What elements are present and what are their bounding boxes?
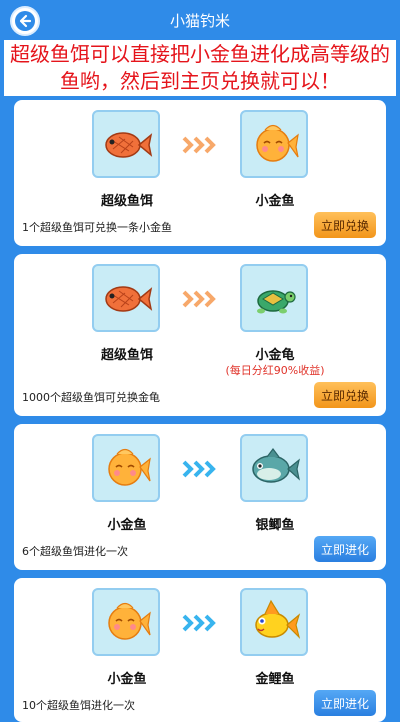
golden-carp-icon xyxy=(255,599,301,639)
from-name: 小金鱼 xyxy=(107,518,147,533)
bait-fish-tile xyxy=(92,264,160,332)
card-description: 10个超级鱼饵进化一次 xyxy=(22,699,135,712)
from-name: 小金鱼 xyxy=(107,672,147,687)
card-description: 1个超级鱼饵可兑换一条小金鱼 xyxy=(22,221,172,234)
to-name: 银鲫鱼 xyxy=(255,518,295,533)
page-title: 小猫钓米 xyxy=(169,12,230,30)
dividend-note: (每日分红90%收益) xyxy=(225,364,325,377)
chevrons-right-icon xyxy=(182,614,216,632)
turtle-icon xyxy=(257,290,296,314)
to-name: 小金鱼 xyxy=(255,194,295,209)
goldfish-tile xyxy=(240,110,308,178)
goldfish-icon xyxy=(108,602,151,640)
to-name: 金鲤鱼 xyxy=(255,672,295,687)
card-goldfish-exchange: 超级鱼饵 小金鱼 1个超级鱼饵可兑换一条小金鱼 立即兑换 xyxy=(14,100,386,246)
evolve-button[interactable]: 立即进化 xyxy=(314,536,376,562)
from-name: 超级鱼饵 xyxy=(100,194,153,209)
chevrons-right-orange xyxy=(181,289,221,309)
silver-carp-tile xyxy=(240,434,308,502)
goldfish-tile xyxy=(92,588,160,656)
chevrons-right-icon xyxy=(182,136,216,154)
bait-fish-icon xyxy=(105,286,153,312)
chevrons-right-icon xyxy=(182,290,216,308)
to-name: 小金龟 xyxy=(255,348,295,363)
exchange-button[interactable]: 立即兑换 xyxy=(314,212,376,238)
goldfish-tile xyxy=(92,434,160,502)
goldfish-icon xyxy=(256,124,299,162)
card-silver-carp-evolve: 小金鱼 银鲫鱼 6个超级鱼饵进化一次 立即进化 xyxy=(14,424,386,570)
evolve-button[interactable]: 立即进化 xyxy=(314,690,376,716)
bait-fish-tile xyxy=(92,110,160,178)
card-turtle-exchange: 超级鱼饵 小金龟 (每日分红90%收益) 1000个超级鱼饵可兑换金龟 立即兑换 xyxy=(14,254,386,416)
card-description: 6个超级鱼饵进化一次 xyxy=(22,545,128,558)
chevrons-right-icon xyxy=(182,460,216,478)
chevrons-right-blue xyxy=(181,459,221,479)
from-name: 超级鱼饵 xyxy=(100,348,153,363)
turtle-tile xyxy=(240,264,308,332)
notice-banner: 超级鱼饵可以直接把小金鱼进化成高等级的鱼哟，然后到主页兑换就可以！ xyxy=(4,40,396,96)
golden-carp-tile xyxy=(240,588,308,656)
exchange-button[interactable]: 立即兑换 xyxy=(314,382,376,408)
card-golden-carp-evolve: 小金鱼 金鲤鱼 10个超级鱼饵进化一次 立即进化 xyxy=(14,578,386,722)
silver-carp-icon xyxy=(252,448,300,483)
chevrons-right-orange xyxy=(181,135,221,155)
goldfish-icon xyxy=(108,448,151,486)
chevrons-right-blue xyxy=(181,613,221,633)
bait-fish-icon xyxy=(105,132,153,158)
card-description: 1000个超级鱼饵可兑换金龟 xyxy=(22,391,160,404)
